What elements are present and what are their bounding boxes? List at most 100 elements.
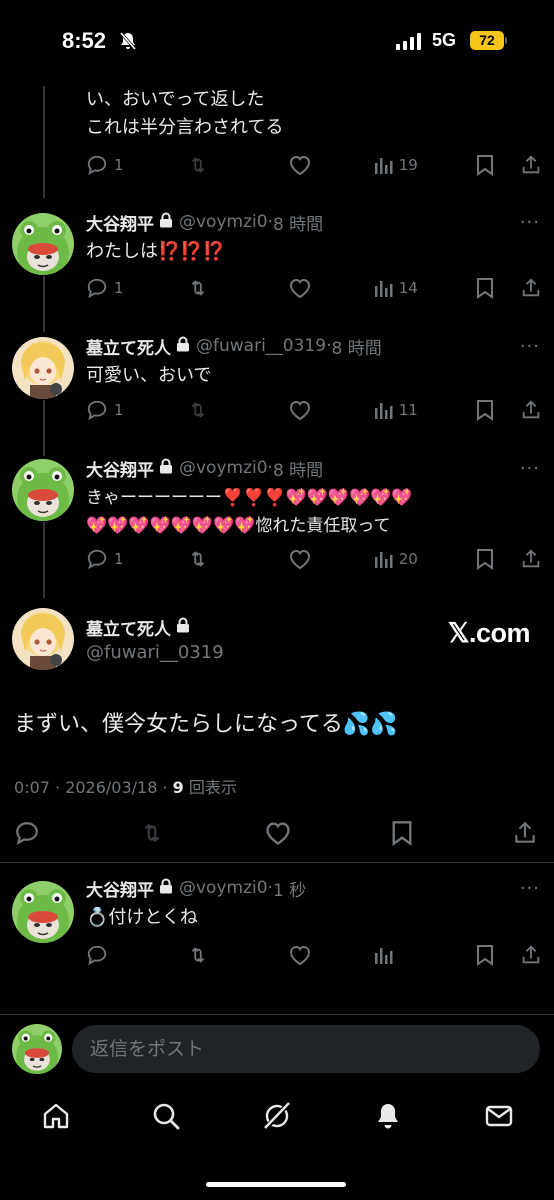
bookmark-icon (476, 549, 493, 570)
tweet-text: きゃーーーーーー❣️❣️❣️💖💖💖💖💖💖 💖💖💖💖💖💖💖💖惚れた責任取って (86, 488, 413, 536)
tweet-header: 大谷翔平 @voymzi0 · 1 秒 (86, 876, 540, 901)
tweet-actions: 1 19 (86, 152, 542, 178)
thread-line (43, 522, 45, 598)
tweet-timestamp[interactable]: 0:07 · 2026/03/18 · (14, 778, 173, 797)
views-label: 回表示 (183, 778, 237, 797)
tab-messages[interactable] (483, 1100, 515, 1136)
repost-icon (191, 157, 205, 173)
repost-button[interactable] (187, 154, 288, 176)
bookmark-button[interactable] (475, 154, 520, 176)
repost-button[interactable] (187, 277, 288, 299)
share-icon (522, 400, 540, 419)
more-icon[interactable]: ··· (520, 212, 540, 233)
reply-input[interactable] (72, 1025, 540, 1073)
tab-bar (0, 1088, 554, 1148)
thread-line (43, 400, 45, 456)
user-handle[interactable]: @voymzi0 (179, 458, 268, 478)
reply-button[interactable] (14, 820, 40, 846)
reply-button[interactable]: 1 (86, 154, 187, 176)
like-button[interactable] (288, 154, 372, 176)
tweet-time[interactable]: 8 時間 (273, 210, 323, 235)
bookmark-button[interactable] (390, 820, 414, 846)
main-actions (14, 820, 538, 846)
avatar[interactable] (12, 459, 74, 521)
more-icon[interactable]: ··· (520, 878, 540, 899)
share-button[interactable] (512, 820, 538, 846)
reply-button[interactable]: 1 (86, 399, 187, 421)
reply-icon (16, 822, 38, 845)
bookmark-button[interactable] (475, 944, 520, 966)
user-handle[interactable]: @fuwari__0319 (86, 642, 224, 663)
views-button[interactable]: 19 (373, 155, 475, 175)
more-icon[interactable]: ··· (520, 458, 540, 479)
bookmark-button[interactable] (475, 399, 520, 421)
views-count: 19 (398, 156, 418, 174)
user-handle[interactable]: @voymzi0 (179, 878, 268, 898)
user-name[interactable]: 大谷翔平 (86, 210, 154, 235)
battery-icon: 72 (470, 31, 504, 50)
like-button[interactable] (288, 944, 372, 966)
tab-search[interactable] (150, 1100, 182, 1136)
like-button[interactable] (264, 820, 292, 846)
avatar[interactable] (12, 881, 74, 943)
divider (0, 862, 554, 863)
lock-icon (159, 212, 173, 233)
signal-icon (396, 33, 421, 50)
views-icon (374, 552, 393, 568)
like-button[interactable] (288, 399, 372, 421)
share-button[interactable] (520, 944, 542, 966)
lock-icon (176, 336, 190, 357)
repost-icon (191, 280, 205, 296)
reply-button[interactable] (86, 944, 187, 966)
tweet-time[interactable]: 8 時間 (273, 456, 323, 481)
like-button[interactable] (288, 548, 372, 570)
share-button[interactable] (520, 399, 542, 421)
avatar[interactable] (12, 608, 74, 670)
repost-button[interactable] (187, 399, 288, 421)
views-count: 14 (398, 279, 418, 297)
reply-count: 1 (114, 550, 124, 568)
heart-icon (290, 549, 311, 570)
more-icon[interactable]: ··· (520, 336, 540, 357)
my-avatar[interactable] (12, 1024, 62, 1074)
avatar[interactable] (12, 337, 74, 399)
tweet-header: 大谷翔平 @voymzi0 · 8 時間 (86, 210, 540, 235)
tweet-time[interactable]: 8 時間 (331, 334, 381, 359)
tab-home[interactable] (40, 1100, 72, 1136)
user-handle[interactable]: @voymzi0 (179, 212, 268, 232)
views-count: 9 (172, 778, 184, 797)
user-name[interactable]: 大谷翔平 (86, 876, 154, 901)
tweet-meta: 0:07 · 2026/03/18 · 9 回表示 (14, 774, 237, 798)
user-name[interactable]: 大谷翔平 (86, 456, 154, 481)
avatar[interactable] (12, 213, 74, 275)
reply-icon (87, 549, 107, 570)
views-button[interactable]: 14 (373, 278, 475, 298)
like-button[interactable] (288, 277, 372, 299)
bookmark-button[interactable] (475, 277, 520, 299)
repost-button[interactable] (187, 944, 288, 966)
share-button[interactable] (520, 548, 542, 570)
user-handle[interactable]: @fuwari__0319 (196, 336, 326, 356)
user-name[interactable]: 墓立て死人 (86, 334, 171, 359)
views-button[interactable]: 20 (373, 549, 475, 569)
tab-grok[interactable] (261, 1100, 293, 1136)
share-button[interactable] (520, 277, 542, 299)
reply-button[interactable]: 1 (86, 548, 187, 570)
repost-button[interactable] (187, 548, 288, 570)
user-name[interactable]: 墓立て死人 (86, 615, 171, 640)
share-button[interactable] (520, 154, 542, 176)
tweet-time[interactable]: 1 秒 (273, 876, 306, 901)
share-icon (522, 278, 540, 297)
bookmark-button[interactable] (475, 548, 520, 570)
views-button[interactable]: 11 (373, 400, 475, 420)
reply-count: 1 (114, 279, 124, 297)
tab-notifications[interactable] (372, 1100, 404, 1136)
thread-line (43, 276, 45, 332)
tweet-actions: 1 20 (86, 546, 542, 572)
silent-bell-icon (118, 31, 138, 55)
reply-button[interactable]: 1 (86, 277, 187, 299)
main-author: 墓立て死人 @fuwari__0319 (86, 614, 224, 663)
x-logo: 𝕏.com (447, 618, 531, 648)
repost-button[interactable] (138, 820, 166, 846)
views-button[interactable] (373, 945, 475, 965)
